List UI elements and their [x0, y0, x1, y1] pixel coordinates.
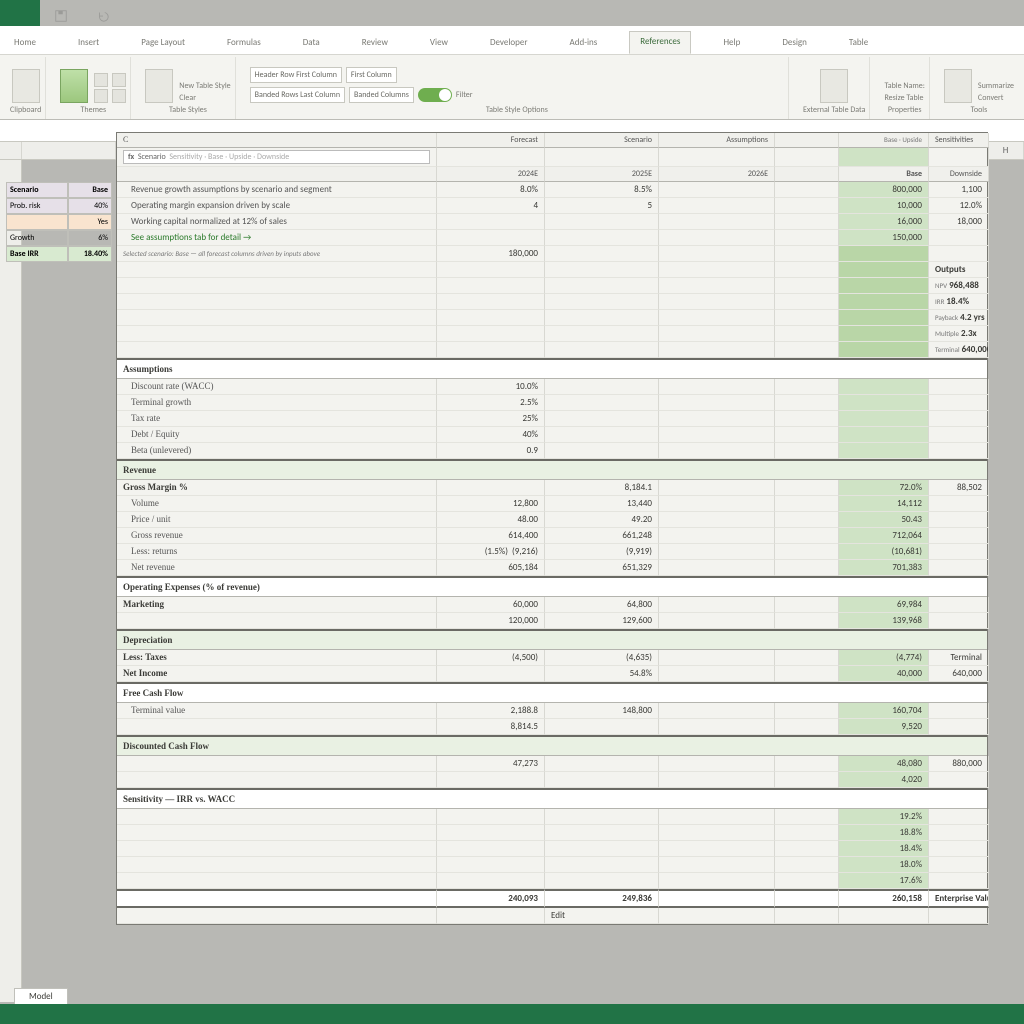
filter-toggle[interactable] [418, 88, 452, 102]
ribbon-tab[interactable]: Formulas [217, 33, 271, 54]
ribbon-label: Clipboard [10, 105, 41, 115]
ribbon-pill[interactable]: First Column [346, 67, 397, 83]
quick-access-toolbar [0, 0, 1024, 26]
theme-preview-icon[interactable] [60, 69, 88, 103]
ribbon-label: Themes [80, 105, 106, 115]
ribbon-group-styles: New Table Style Clear Table Styles [141, 57, 235, 119]
ribbon-label: External Table Data [803, 105, 865, 115]
status-bar [0, 1004, 1024, 1024]
summary-row: Base IRR18.40% [6, 246, 112, 262]
summary-row: ScenarioBase [6, 182, 112, 198]
ribbon-tab[interactable]: Page Layout [131, 33, 195, 54]
ribbon-label: Filter [456, 90, 473, 100]
section-header: Sensitivity — IRR vs. WACC [117, 788, 987, 809]
section-header: Revenue [117, 459, 987, 480]
section-header: Depreciation [117, 629, 987, 650]
ribbon-tab[interactable]: Help [713, 33, 750, 54]
ribbon-btn[interactable]: New Table Style [179, 81, 230, 91]
style-gallery-icon[interactable] [145, 69, 173, 103]
ribbon-tab[interactable]: Table [839, 33, 878, 54]
ribbon-tab[interactable]: Insert [68, 33, 109, 54]
col-header[interactable]: H [988, 142, 1024, 159]
ribbon-group-external: External Table Data [799, 57, 870, 119]
ribbon-tab[interactable]: Review [352, 33, 398, 54]
summary-row: Prob. risk40% [6, 198, 112, 214]
section-header: Discounted Cash Flow [117, 735, 987, 756]
summary-row: Growth6% [6, 230, 112, 246]
ribbon-group-themes: Themes [56, 57, 131, 119]
ribbon-btn[interactable]: Clear [179, 93, 230, 103]
ribbon-tab[interactable]: References [629, 31, 691, 54]
swatch-icon[interactable] [112, 73, 126, 87]
summary-row: Yes [6, 214, 112, 230]
summary-block: ScenarioBaseProb. risk40%YesGrowth6%Base… [6, 182, 112, 262]
save-icon[interactable] [46, 6, 76, 26]
ribbon-group-options: Header Row First Column First Column Ban… [246, 57, 789, 119]
ribbon-label: Table Style Options [486, 105, 548, 115]
ribbon-label: Properties [888, 105, 922, 115]
ribbon-label: Table Styles [169, 105, 207, 115]
ribbon-label: Table Name: [884, 81, 924, 91]
section-header: Assumptions [117, 358, 987, 379]
ribbon-btn[interactable]: Summarize [978, 81, 1014, 91]
app-accent [0, 0, 40, 26]
col-header[interactable] [22, 142, 116, 159]
worksheet[interactable]: CForecastScenarioAssumptionsBase · Upsid… [116, 132, 988, 925]
swatch-icon[interactable] [94, 89, 108, 103]
section-header: Free Cash Flow [117, 682, 987, 703]
ribbon-group-tools: Summarize Convert Tools [940, 57, 1018, 119]
ribbon-pill[interactable]: Header Row First Column [250, 67, 342, 83]
ribbon-body: Clipboard Themes New Table Style Clear T… [0, 54, 1024, 120]
ribbon-tab[interactable]: Data [293, 33, 330, 54]
paste-icon[interactable] [12, 69, 40, 103]
refresh-icon[interactable] [820, 69, 848, 103]
sheet-tab[interactable]: Model [14, 988, 68, 1004]
ribbon-tab[interactable]: Developer [480, 33, 538, 54]
col-header[interactable] [0, 142, 22, 159]
ribbon-tabs: Home Insert Page Layout Formulas Data Review V… [0, 26, 1024, 54]
section-header: Operating Expenses (% of revenue) [117, 576, 987, 597]
ribbon-group-clipboard: Clipboard [6, 57, 46, 119]
undo-icon[interactable] [88, 6, 118, 26]
ribbon-tab[interactable]: Home [4, 33, 46, 54]
ribbon-pill[interactable]: Banded Rows Last Column [250, 87, 345, 103]
ribbon-pill[interactable]: Banded Columns [349, 87, 414, 103]
ribbon-tab[interactable]: View [420, 33, 458, 54]
ribbon-btn[interactable]: Resize Table [884, 93, 924, 103]
ribbon-tab[interactable]: Add-ins [560, 33, 608, 54]
ribbon-tab[interactable]: Design [772, 33, 817, 54]
tools-icon[interactable] [944, 69, 972, 103]
swatch-icon[interactable] [94, 73, 108, 87]
ribbon-label: Tools [971, 105, 988, 115]
row-headers [0, 160, 22, 1002]
swatch-icon[interactable] [112, 89, 126, 103]
ribbon-group-properties: Table Name: Resize Table Properties [880, 57, 929, 119]
ribbon-btn[interactable]: Convert [978, 93, 1014, 103]
